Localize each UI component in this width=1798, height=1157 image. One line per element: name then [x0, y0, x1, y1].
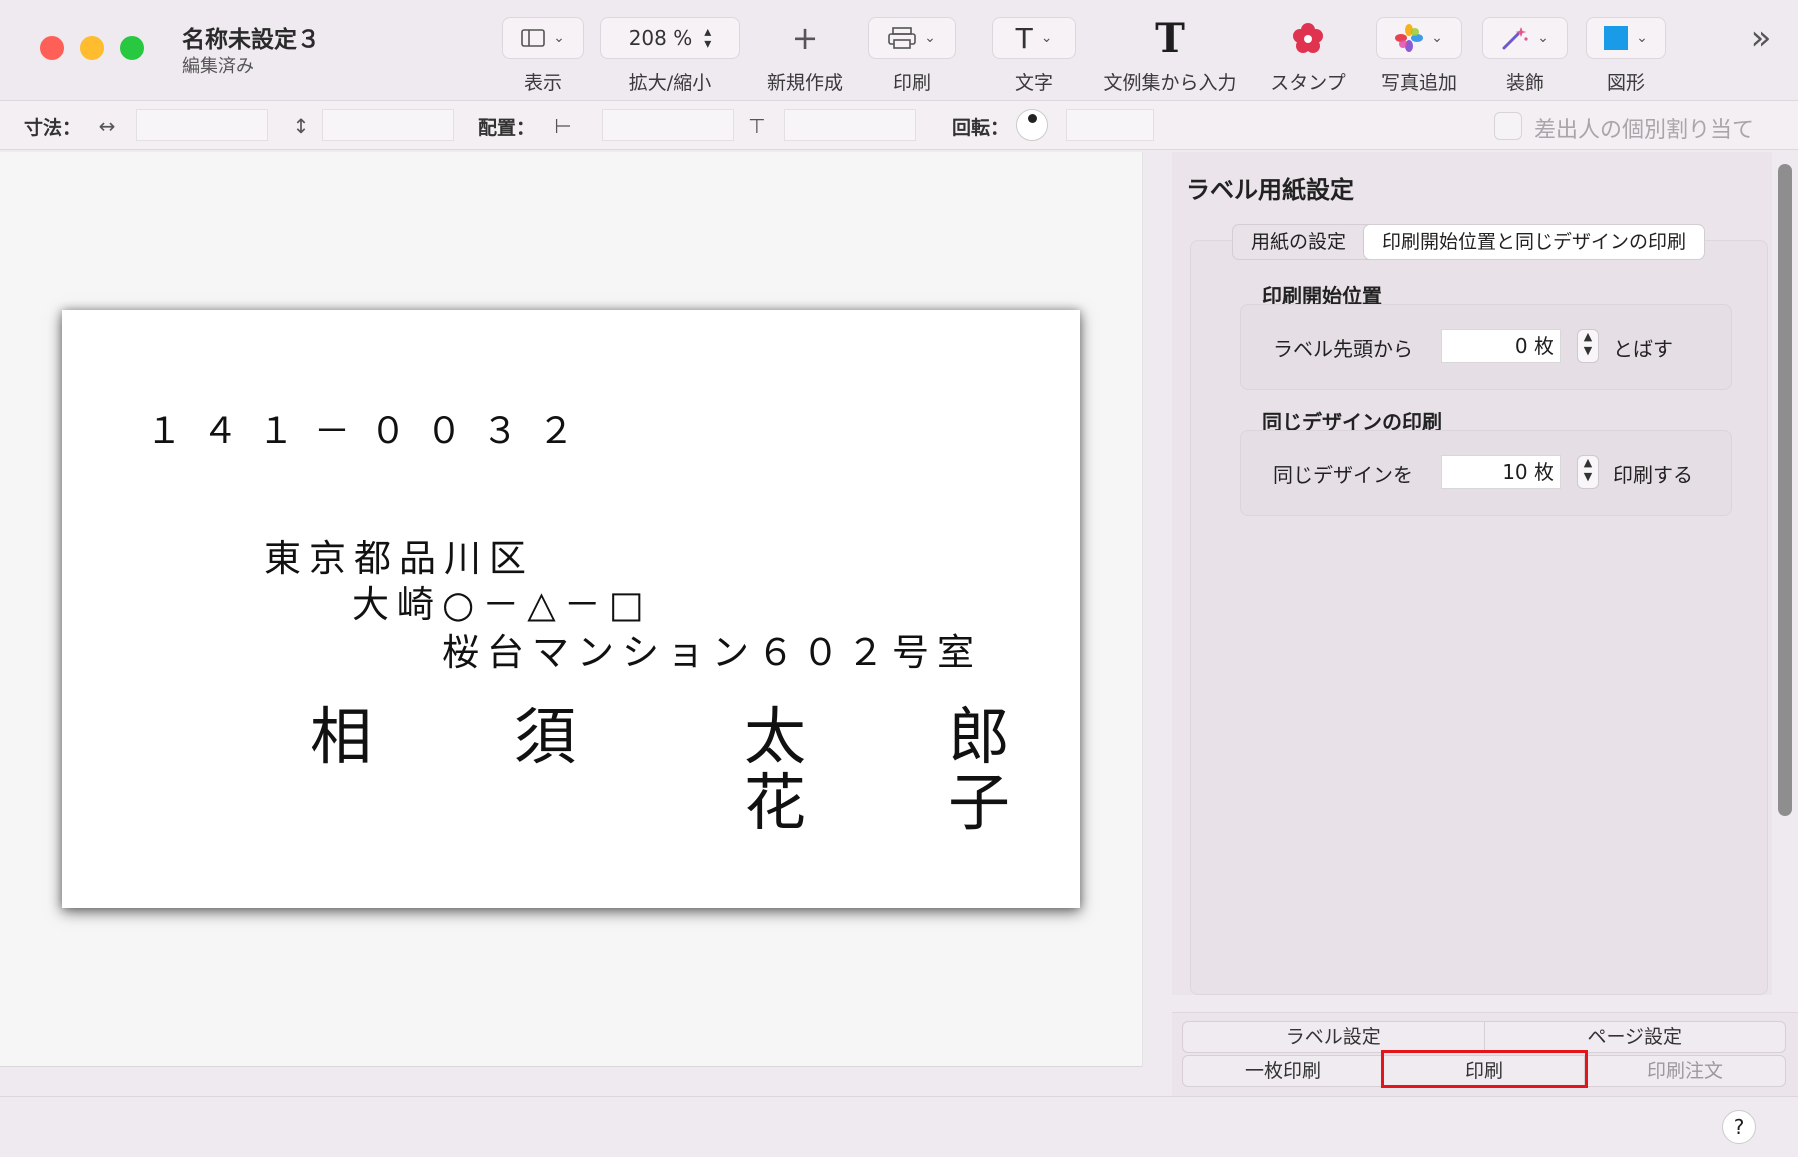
chevron-down-icon: ⌄ — [1040, 30, 1053, 46]
text-label: 文字 — [1014, 72, 1053, 94]
stamp-button[interactable] — [1278, 17, 1338, 59]
minimize-button[interactable] — [80, 36, 104, 60]
toolbar-overflow-button[interactable]: » — [1740, 17, 1782, 59]
print-toolbar-label: 印刷 — [892, 72, 931, 94]
document-title: 名称未設定３ — [182, 27, 320, 53]
label-settings-button[interactable]: ラベル設定 — [1183, 1022, 1484, 1052]
decoration-label: 装飾 — [1505, 72, 1544, 94]
tab-paper-settings[interactable]: 用紙の設定 — [1233, 225, 1364, 259]
same-design-group: 同じデザインを 10 枚 ▲ ▼ 印刷する — [1240, 430, 1732, 516]
chevron-down-icon: ⌄ — [1431, 30, 1443, 46]
view-label: 表示 — [523, 72, 562, 94]
copies-stepper[interactable]: ▲ ▼ — [1577, 455, 1599, 489]
x-position-field[interactable] — [602, 109, 734, 141]
dimension-bar: 寸法： ↔ ↕ 配置： ⊢ ⊤ 回転： 差出人の個別割り当て — [0, 100, 1798, 150]
rotation-field[interactable] — [1066, 109, 1154, 141]
sender-checkbox-label: 差出人の個別割り当て — [1534, 118, 1755, 143]
single-print-button[interactable]: 一枚印刷 — [1183, 1056, 1383, 1086]
zoom-window-button[interactable] — [120, 36, 144, 60]
panel-scrollbar[interactable] — [1778, 164, 1792, 816]
new-label: 新規作成 — [766, 72, 843, 94]
double-chevron-right-icon: » — [1750, 18, 1772, 58]
text-button[interactable]: T ⌄ — [992, 17, 1076, 59]
canvas-bottom-edge — [0, 1066, 1142, 1067]
width-field[interactable] — [136, 109, 268, 141]
text-icon: T — [1015, 21, 1033, 55]
label-settings-panel: ラベル用紙設定 用紙の設定 印刷開始位置と同じデザインの印刷 印刷開始位置 ラベ… — [1172, 152, 1772, 995]
stepper-arrows-icon: ▲ ▼ — [1583, 456, 1593, 483]
skip-count-field[interactable]: 0 枚 — [1441, 329, 1561, 363]
zoom-value: 208 % — [628, 26, 693, 50]
width-icon: ↔ — [98, 114, 116, 138]
plus-icon: + — [791, 19, 819, 57]
panel-tabs: 用紙の設定 印刷開始位置と同じデザインの印刷 — [1232, 224, 1706, 260]
print-toolbar-button[interactable]: ⌄ — [868, 17, 956, 59]
y-position-icon: ⊤ — [748, 114, 766, 138]
square-shape-icon — [1604, 26, 1629, 50]
photos-icon — [1395, 24, 1424, 52]
chevron-down-icon: ⌄ — [1537, 30, 1549, 46]
position-label: 配置： — [478, 117, 536, 139]
sample-text-button[interactable]: T — [1140, 14, 1200, 62]
label-preview[interactable]: １４１－００３２ 東京都品川区 大崎○－△－□ 桜台マンション６０２号室 相 須… — [62, 310, 1080, 908]
recipient-surname[interactable]: 相 須 — [310, 686, 616, 776]
sample-text-label: 文例集から入力 — [1103, 72, 1237, 94]
start-row-label: ラベル先頭から — [1273, 337, 1413, 361]
add-photo-label: 写真追加 — [1380, 72, 1457, 94]
shape-button[interactable]: ⌄ — [1586, 17, 1666, 59]
dial-dot-icon — [1028, 114, 1037, 123]
sender-checkbox[interactable] — [1494, 112, 1522, 140]
add-photo-button[interactable]: ⌄ — [1376, 17, 1462, 59]
y-position-field[interactable] — [784, 109, 916, 141]
start-row-suffix: とばす — [1613, 337, 1673, 361]
address-line-3[interactable]: 桜台マンション６０２号室 — [442, 622, 982, 676]
help-button[interactable]: ? — [1722, 1110, 1756, 1144]
printer-icon — [888, 27, 916, 49]
recipient-given-name-2[interactable]: 花 子 — [744, 752, 1050, 842]
stamp-label: スタンプ — [1270, 72, 1346, 94]
print-order-button[interactable]: 印刷注文 — [1584, 1056, 1785, 1086]
settings-button-group: ラベル設定 ページ設定 — [1182, 1021, 1786, 1053]
zoom-control[interactable]: 208 % ▴ ▾ — [600, 17, 740, 59]
toolbar: 名称未設定３ 編集済み ⌄ 表示 208 % ▴ ▾ 拡大/縮小 + 新規作成 ⌄… — [0, 0, 1798, 100]
print-button-highlight — [1381, 1050, 1588, 1088]
rotation-label: 回転： — [952, 117, 1010, 139]
x-position-icon: ⊢ — [554, 114, 572, 138]
document-status: 編集済み — [182, 56, 254, 77]
sidebar-icon — [521, 29, 545, 47]
shape-label: 図形 — [1606, 72, 1645, 94]
page-settings-button[interactable]: ページ設定 — [1483, 1022, 1786, 1052]
updown-icon: ▴ ▾ — [704, 24, 712, 52]
skip-count-stepper[interactable]: ▲ ▼ — [1577, 329, 1599, 363]
design-row-suffix: 印刷する — [1613, 463, 1693, 487]
chevron-down-icon: ⌄ — [553, 30, 565, 46]
chevron-down-icon: ⌄ — [1636, 30, 1648, 46]
magic-wand-icon — [1502, 27, 1528, 50]
start-position-group: ラベル先頭から 0 枚 ▲ ▼ とばす — [1240, 304, 1732, 390]
address-line-2[interactable]: 大崎○－△－□ — [352, 574, 652, 628]
view-button[interactable]: ⌄ — [502, 17, 584, 59]
postal-code[interactable]: １４１－００３２ — [146, 402, 594, 454]
decoration-button[interactable]: ⌄ — [1482, 17, 1568, 59]
height-field[interactable] — [322, 109, 454, 141]
height-icon: ↕ — [292, 114, 310, 138]
flower-stamp-icon — [1293, 23, 1323, 53]
serif-t-icon: T — [1155, 14, 1185, 62]
chevron-down-icon: ⌄ — [924, 30, 936, 46]
close-button[interactable] — [40, 36, 64, 60]
design-row-label: 同じデザインを — [1273, 463, 1413, 487]
status-bar — [0, 1096, 1798, 1157]
tab-start-position-print[interactable]: 印刷開始位置と同じデザインの印刷 — [1364, 225, 1705, 259]
copies-field[interactable]: 10 枚 — [1441, 455, 1561, 489]
panel-title: ラベル用紙設定 — [1186, 176, 1354, 204]
new-button[interactable]: + — [775, 17, 835, 59]
rotation-dial[interactable] — [1016, 109, 1048, 141]
zoom-label: 拡大/縮小 — [628, 72, 712, 94]
stepper-arrows-icon: ▲ ▼ — [1583, 330, 1593, 357]
size-label: 寸法： — [24, 117, 82, 139]
